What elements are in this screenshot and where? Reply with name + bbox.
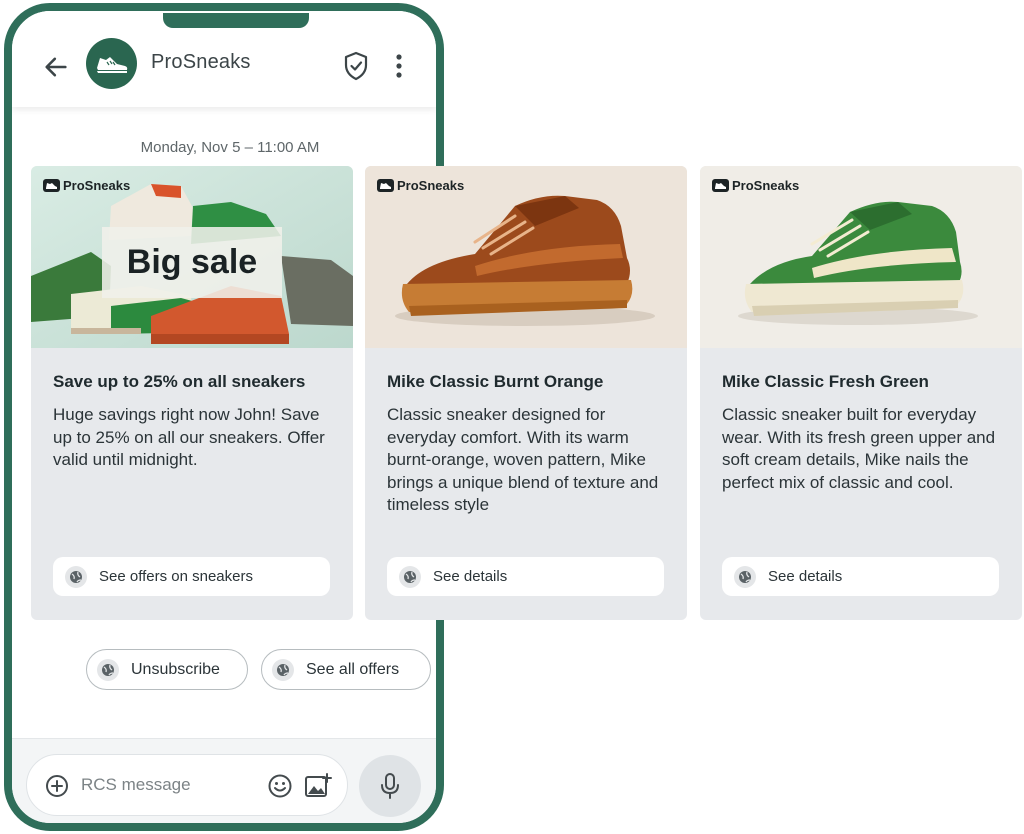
see-all-offers-chip[interactable]: See all offers	[261, 649, 431, 690]
card-brand-name: ProSneaks	[63, 178, 131, 193]
message-input[interactable]	[81, 775, 251, 795]
carousel-card-big-sale[interactable]: ProSneaks Big sale Save up to 25% on all…	[31, 166, 353, 620]
card-brand-name: ProSneaks	[732, 178, 800, 193]
card-description: Classic sneaker built for everyday wear.…	[722, 405, 996, 492]
fresh-green-sneaker-image	[700, 166, 1022, 348]
card-title: Mike Classic Burnt Orange	[387, 372, 604, 391]
see-details-label: See details	[433, 568, 508, 585]
back-arrow-icon[interactable]	[42, 53, 70, 81]
add-circle-icon[interactable]	[45, 774, 69, 798]
brand-name: ProSneaks	[151, 51, 251, 73]
more-vert-icon[interactable]	[394, 53, 404, 79]
add-image-icon[interactable]	[304, 773, 332, 799]
card-brand-logo: ProSneaks	[377, 178, 464, 193]
sneaker-logo-icon	[377, 179, 394, 192]
composer-field	[26, 754, 348, 816]
globe-icon	[272, 658, 294, 681]
sneaker-logo-icon	[96, 56, 127, 73]
card-title: Save up to 25% on all sneakers	[53, 372, 306, 391]
see-offers-label: See offers on sneakers	[99, 568, 253, 585]
burnt-orange-sneaker-image	[365, 166, 687, 348]
see-all-offers-label: See all offers	[306, 660, 400, 678]
globe-icon	[734, 565, 756, 588]
card-title: Mike Classic Fresh Green	[722, 372, 929, 391]
avatar[interactable]	[86, 38, 137, 89]
sneaker-logo-icon	[43, 179, 60, 192]
card-brand-logo: ProSneaks	[43, 178, 130, 193]
see-details-label: See details	[768, 568, 843, 585]
card-description: Huge savings right now John! Save up to …	[53, 405, 325, 469]
globe-icon	[65, 565, 87, 588]
see-details-button[interactable]: See details	[722, 557, 999, 596]
card-brand-logo: ProSneaks	[712, 178, 799, 193]
carousel-card-fresh-green[interactable]: ProSneaks Mike Classic Fresh Green Class…	[700, 166, 1022, 620]
sneaker-logo-icon	[712, 179, 729, 192]
phone-notch	[163, 13, 309, 28]
unsubscribe-chip[interactable]: Unsubscribe	[86, 649, 248, 690]
unsubscribe-label: Unsubscribe	[131, 660, 220, 678]
composer-bar	[12, 738, 436, 823]
carousel-card-burnt-orange[interactable]: ProSneaks Mike Classic Burnt Orange Clas…	[365, 166, 687, 620]
globe-icon	[97, 658, 119, 681]
card-brand-name: ProSneaks	[397, 178, 465, 193]
card-description: Classic sneaker designed for everyday co…	[387, 405, 659, 514]
mic-button[interactable]	[359, 755, 421, 817]
big-sale-overlay: Big sale	[102, 227, 282, 298]
emoji-icon[interactable]	[267, 773, 293, 799]
message-timestamp: Monday, Nov 5 – 11:00 AM	[140, 139, 320, 156]
globe-icon	[399, 565, 421, 588]
see-details-button[interactable]: See details	[387, 557, 664, 596]
mic-icon	[381, 773, 399, 799]
shield-check-icon[interactable]	[343, 51, 369, 81]
see-offers-button[interactable]: See offers on sneakers	[53, 557, 330, 596]
